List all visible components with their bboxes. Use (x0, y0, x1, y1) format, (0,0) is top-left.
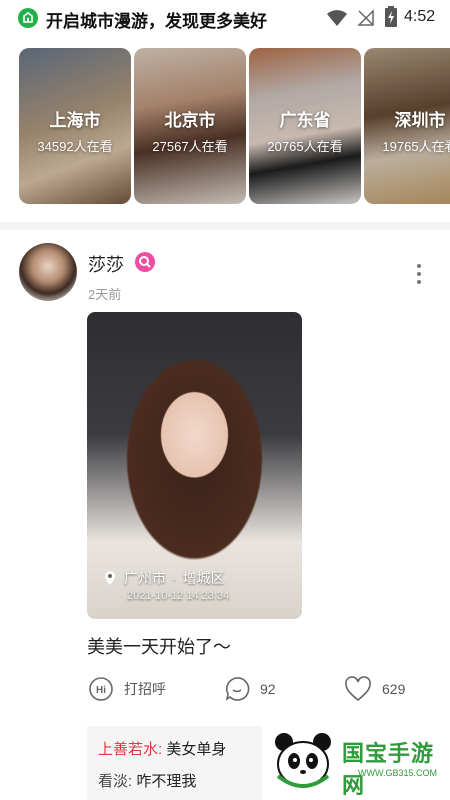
city-name: 广东省 (279, 111, 331, 130)
comment-button[interactable]: 92 (224, 676, 276, 702)
city-carousel[interactable]: 上海市 34592人在看 北京市 27567人在看 广东省 20765人在看 深… (0, 48, 450, 206)
photo-datetime: 2021-10-12 14:23:34 (127, 590, 230, 602)
post-username[interactable]: 莎莎 (88, 251, 124, 277)
comment-author: 上善若水: (98, 741, 163, 758)
city-viewers: 27567人在看 (152, 139, 228, 154)
wifi-icon (327, 10, 347, 26)
city-card-shenzhen[interactable]: 深圳市 19765人在看 (364, 48, 450, 204)
city-name: 北京市 (164, 111, 216, 130)
user-badge-icon (135, 252, 155, 272)
greet-button[interactable]: Hi 打招呼 (88, 676, 166, 702)
location-district: 增城区 (182, 570, 225, 586)
city-name: 深圳市 (394, 111, 446, 130)
city-viewers: 34592人在看 (37, 139, 113, 154)
app-icon (18, 8, 38, 28)
greet-label: 打招呼 (124, 681, 166, 697)
section-divider (0, 222, 450, 230)
status-bar: 开启城市漫游，发现更多美好 4:52 (0, 0, 450, 36)
comment-item[interactable]: 上善若水: 美女单身 (98, 738, 226, 759)
location-separator: · (172, 570, 177, 586)
city-card-guangdong[interactable]: 广东省 20765人在看 (249, 48, 361, 204)
post-time: 2天前 (88, 287, 122, 302)
city-card-shanghai[interactable]: 上海市 34592人在看 (19, 48, 131, 204)
battery-charging-icon (385, 6, 397, 27)
like-button[interactable]: 629 (344, 676, 405, 702)
panda-logo-icon (275, 733, 331, 788)
comment-count: 92 (260, 681, 276, 697)
status-time: 4:52 (404, 8, 436, 25)
post-location: 广州市 · 增城区 (104, 568, 225, 588)
city-card-beijing[interactable]: 北京市 27567人在看 (134, 48, 246, 204)
no-signal-icon (357, 9, 374, 26)
comment-icon (225, 677, 250, 701)
comment-text: 美女单身 (166, 741, 227, 758)
city-name: 上海市 (49, 111, 101, 130)
status-title: 开启城市漫游，发现更多美好 (46, 12, 267, 31)
avatar[interactable] (19, 243, 77, 301)
heart-icon (345, 676, 371, 702)
comment-author: 看淡: (98, 773, 133, 790)
watermark-url: WWW.GB315.COM (358, 768, 438, 778)
more-options-icon[interactable] (414, 262, 424, 288)
location-pin-icon (105, 571, 115, 585)
like-count: 629 (382, 681, 406, 697)
svg-text:Hi: Hi (96, 685, 106, 696)
city-viewers: 20765人在看 (267, 139, 343, 154)
hi-icon: Hi (89, 677, 113, 701)
post-caption: 美美一天开始了～ (87, 637, 231, 657)
comment-item[interactable]: 看淡: 咋不理我 (98, 770, 196, 791)
city-viewers: 19765人在看 (382, 139, 450, 154)
comment-text: 咋不理我 (136, 773, 197, 790)
watermark: 国宝手游网 WWW.GB315.COM (262, 722, 450, 800)
location-city: 广州市 (124, 570, 166, 586)
